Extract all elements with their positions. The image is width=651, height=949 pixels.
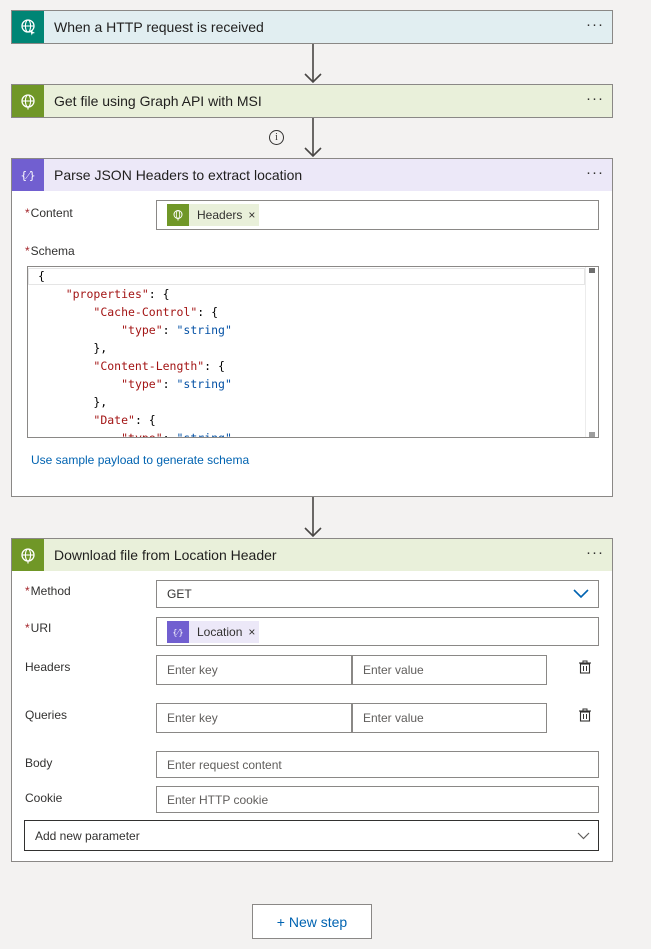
- token-remove-icon[interactable]: ×: [248, 625, 259, 639]
- body-input[interactable]: Enter request content: [156, 751, 599, 778]
- parse-json-header[interactable]: {⁄} Parse JSON Headers to extract locati…: [12, 159, 612, 191]
- scrollbar-thumb[interactable]: [589, 268, 595, 273]
- get-file-title: Get file using Graph API with MSI: [54, 93, 262, 109]
- headers-key-input[interactable]: Enter key: [156, 655, 352, 685]
- download-title: Download file from Location Header: [54, 547, 277, 563]
- download-card[interactable]: Download file from Location Header ··· *…: [11, 538, 613, 862]
- cookie-label: Cookie: [25, 791, 63, 805]
- schema-line: "Content-Length": {: [93, 359, 225, 373]
- parse-json-title: Parse JSON Headers to extract location: [54, 167, 303, 183]
- connector-arrow-1: [304, 44, 322, 84]
- http-globe-icon: [12, 85, 44, 117]
- http-globe-icon: [12, 539, 44, 571]
- schema-line: },: [38, 395, 108, 409]
- download-header[interactable]: Download file from Location Header ···: [12, 539, 612, 571]
- connector-arrow-3: [304, 497, 322, 538]
- uri-field[interactable]: {⁄} Location ×: [156, 617, 599, 646]
- http-request-icon: [12, 11, 44, 43]
- get-file-header[interactable]: Get file using Graph API with MSI ···: [12, 85, 612, 117]
- queries-label: Queries: [25, 708, 68, 722]
- token-remove-icon[interactable]: ×: [248, 208, 259, 222]
- schema-line: "type": "string": [121, 431, 232, 438]
- schema-line: "type": "string": [121, 323, 232, 337]
- get-file-more-menu[interactable]: ···: [586, 91, 604, 106]
- svg-text:{⁄}: {⁄}: [20, 169, 35, 182]
- headers-value-input[interactable]: Enter value: [352, 655, 547, 685]
- http-globe-icon: [167, 204, 189, 226]
- scrollbar-thumb-bottom[interactable]: [589, 432, 595, 437]
- chevron-down-icon: [573, 589, 589, 599]
- editor-scrollbar[interactable]: [585, 267, 598, 437]
- schema-line: "Date": {: [93, 413, 156, 427]
- queries-value-input[interactable]: Enter value: [352, 703, 547, 733]
- curly-braces-icon: {⁄}: [12, 159, 44, 191]
- schema-line: "Cache-Control": {: [93, 305, 219, 319]
- delete-icon[interactable]: [578, 708, 592, 722]
- headers-token[interactable]: Headers ×: [167, 204, 260, 226]
- connector-arrow-2: [304, 118, 322, 158]
- schema-label: *Schema: [25, 244, 75, 258]
- chevron-down-icon: [577, 832, 590, 840]
- add-parameter-label: Add new parameter: [35, 828, 140, 843]
- headers-token-label: Headers: [197, 208, 243, 222]
- content-label: *Content: [25, 206, 73, 220]
- schema-line: },: [38, 341, 108, 355]
- schema-line: {: [38, 269, 45, 283]
- schema-line: "type": "string": [121, 377, 232, 391]
- schema-line: "properties": {: [65, 287, 170, 301]
- info-icon[interactable]: i: [269, 130, 284, 145]
- curly-braces-icon: {⁄}: [167, 620, 189, 643]
- delete-icon[interactable]: [578, 660, 592, 674]
- headers-label: Headers: [25, 660, 71, 674]
- body-label: Body: [25, 756, 53, 770]
- sample-payload-link[interactable]: Use sample payload to generate schema: [31, 453, 249, 467]
- get-file-card[interactable]: Get file using Graph API with MSI ···: [11, 84, 613, 118]
- queries-key-input[interactable]: Enter key: [156, 703, 352, 733]
- trigger-more-menu[interactable]: ···: [586, 17, 604, 32]
- method-label: *Method: [25, 584, 71, 598]
- method-value: GET: [167, 587, 192, 601]
- location-token-label: Location: [197, 624, 243, 639]
- uri-label: *URI: [25, 621, 52, 635]
- cookie-input[interactable]: Enter HTTP cookie: [156, 786, 599, 813]
- trigger-header[interactable]: When a HTTP request is received ···: [12, 11, 612, 43]
- download-more-menu[interactable]: ···: [586, 545, 604, 560]
- method-select[interactable]: GET: [156, 580, 599, 608]
- editor-cursor-line: [28, 268, 585, 285]
- schema-editor[interactable]: { "properties": { "Cache-Control": { "ty…: [27, 266, 599, 438]
- svg-text:{⁄}: {⁄}: [173, 628, 184, 637]
- trigger-card[interactable]: When a HTTP request is received ···: [11, 10, 613, 44]
- add-parameter-dropdown[interactable]: Add new parameter: [24, 820, 599, 851]
- content-field[interactable]: Headers ×: [156, 200, 599, 230]
- trigger-title: When a HTTP request is received: [54, 19, 264, 35]
- new-step-button[interactable]: + New step: [252, 904, 372, 939]
- location-token[interactable]: {⁄} Location ×: [167, 620, 260, 643]
- parse-json-more-menu[interactable]: ···: [586, 165, 604, 180]
- parse-json-card[interactable]: {⁄} Parse JSON Headers to extract locati…: [11, 158, 613, 497]
